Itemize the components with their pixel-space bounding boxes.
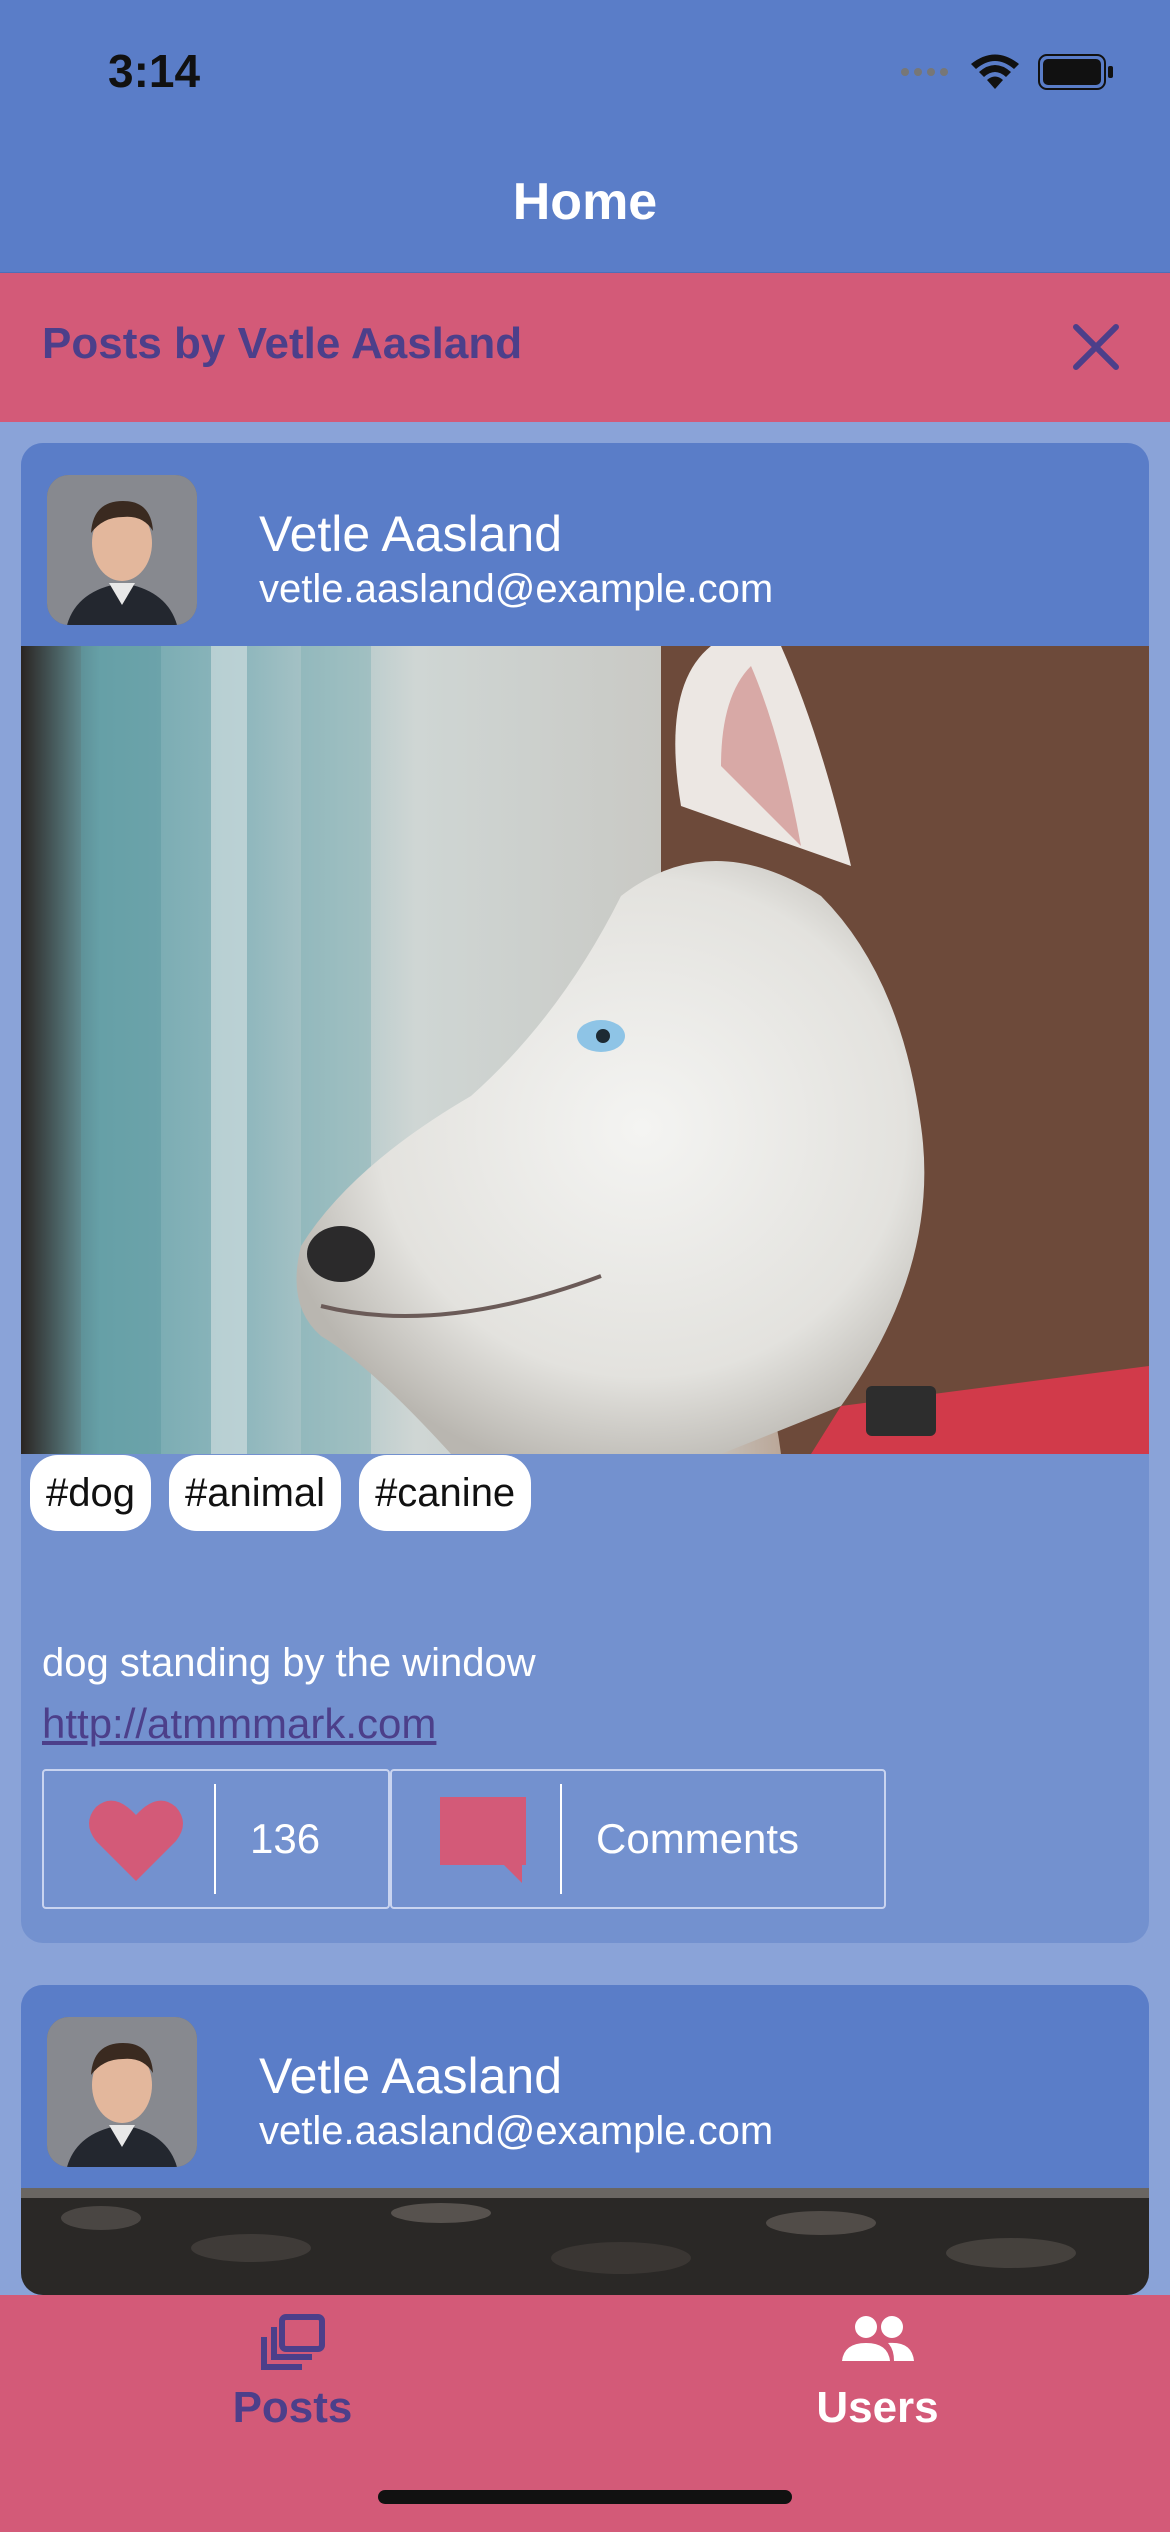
like-button[interactable]: 136: [42, 1769, 390, 1909]
status-time: 3:14: [108, 45, 201, 97]
tag-chip[interactable]: #animal: [168, 1455, 342, 1531]
filter-label: Posts by Vetle Aasland: [42, 319, 523, 368]
post-card: Vetle Aasland vetle.aasland@example.com: [21, 1985, 1149, 2295]
posts-icon: [260, 2314, 325, 2370]
wifi-icon: [971, 54, 1019, 89]
status-bar: 3:14: [0, 0, 1170, 150]
tab-posts[interactable]: Posts: [0, 2295, 585, 2445]
filter-banner: Posts by Vetle Aasland: [0, 273, 1170, 422]
users-icon: [841, 2316, 914, 2361]
comments-button[interactable]: Comments: [390, 1769, 886, 1909]
tag-chip[interactable]: #canine: [359, 1455, 532, 1531]
nav-bar: Home: [0, 150, 1170, 274]
status-icons: [900, 52, 1114, 92]
post-text: dog standing by the window: [42, 1641, 536, 1685]
close-icon[interactable]: [1068, 319, 1124, 375]
tab-label: Posts: [232, 2383, 353, 2432]
comment-icon: [440, 1797, 526, 1883]
post-image: [21, 2188, 1149, 2295]
post-link[interactable]: http://atmmmark.com: [42, 1700, 436, 1748]
like-count: 136: [250, 1815, 321, 1862]
heart-icon: [89, 1800, 183, 1881]
comments-label: Comments: [596, 1815, 800, 1862]
post-image: [21, 646, 1149, 1454]
cellular-signal-icon: [901, 68, 948, 76]
tag-chip[interactable]: #dog: [30, 1455, 151, 1531]
post-header[interactable]: Vetle Aasland vetle.aasland@example.com: [21, 1985, 1149, 2188]
tab-users[interactable]: Users: [585, 2295, 1170, 2445]
author-name: Vetle Aasland: [259, 506, 563, 562]
avatar[interactable]: [47, 475, 197, 625]
tab-label: Users: [816, 2383, 939, 2432]
battery-icon: [1038, 54, 1113, 90]
author-email: vetle.aasland@example.com: [259, 567, 774, 611]
page-title: Home: [512, 173, 658, 231]
post-header[interactable]: Vetle Aasland vetle.aasland@example.com: [21, 443, 1149, 646]
home-indicator: [378, 2490, 792, 2504]
post-card: Vetle Aasland vetle.aasland@example.com: [21, 443, 1149, 1943]
author-name: Vetle Aasland: [259, 2048, 563, 2104]
avatar[interactable]: [47, 2017, 197, 2167]
author-email: vetle.aasland@example.com: [259, 2109, 774, 2153]
tag-list: #dog #animal #canine: [30, 1455, 532, 1531]
post-actions: 136 Comments: [42, 1769, 886, 1909]
